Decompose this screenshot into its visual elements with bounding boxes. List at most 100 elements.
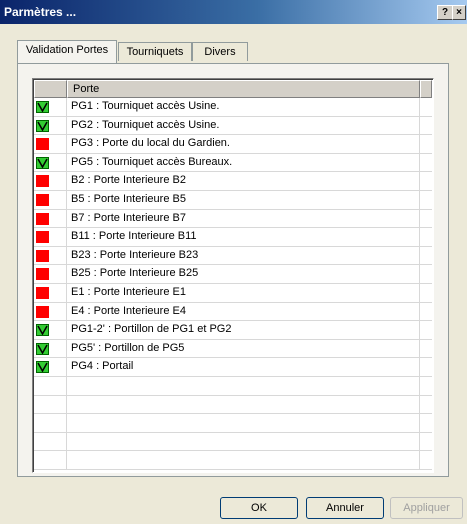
status-cell: [34, 116, 67, 135]
list-item[interactable]: B2 : Porte Interieure B2: [34, 172, 432, 191]
list-item: [34, 376, 432, 396]
porte-cell: PG1 : Tourniquet accès Usine.: [67, 98, 420, 116]
extra-cell: [420, 433, 432, 451]
list-item[interactable]: PG1-2' : Portillon de PG1 et PG2: [34, 321, 432, 340]
status-cell: [34, 358, 67, 376]
list-item[interactable]: PG4 : Portail: [34, 358, 432, 377]
extra-cell: [420, 117, 432, 135]
status-cell: [34, 432, 67, 451]
porte-cell: PG3 : Porte du local du Gardien.: [67, 135, 420, 153]
extra-cell: [420, 191, 432, 209]
status-cell: [34, 376, 67, 395]
porte-cell: B5 : Porte Interieure B5: [67, 190, 420, 209]
status-cell: [34, 209, 67, 228]
list-item[interactable]: B23 : Porte Interieure B23: [34, 246, 432, 266]
check-icon[interactable]: [36, 101, 49, 113]
status-cell: [34, 172, 67, 190]
check-icon[interactable]: [36, 156, 49, 169]
list-item[interactable]: E1 : Porte Interieure E1: [34, 283, 432, 303]
porte-cell: [67, 414, 420, 432]
blocked-icon[interactable]: [36, 138, 49, 151]
porte-column-header[interactable]: Porte: [67, 80, 420, 98]
status-cell: [34, 265, 67, 283]
extra-cell: [420, 284, 432, 302]
porte-cell: E4 : Porte Interieure E4: [67, 302, 420, 321]
extra-cell: [420, 321, 432, 339]
tab-validation-portes[interactable]: Validation Portes: [17, 40, 117, 63]
status-column-header[interactable]: [34, 80, 67, 98]
porte-cell: PG4 : Portail: [67, 358, 420, 376]
extra-cell: [420, 154, 432, 172]
list-item[interactable]: B5 : Porte Interieure B5: [34, 190, 432, 210]
extra-cell: [420, 303, 432, 321]
extra-cell: [420, 396, 432, 414]
extra-column-header[interactable]: [420, 80, 432, 98]
tab-divers[interactable]: Divers: [192, 42, 248, 61]
status-cell: [34, 414, 67, 432]
status-cell: [34, 339, 67, 358]
apply-button[interactable]: Appliquer: [390, 497, 463, 519]
porte-cell: [67, 376, 420, 395]
list-item[interactable]: PG5 : Tourniquet accès Bureaux.: [34, 153, 432, 173]
list-header: Porte: [34, 80, 432, 98]
help-button[interactable]: ?: [437, 5, 453, 20]
extra-cell: [420, 172, 432, 190]
blocked-icon[interactable]: [36, 231, 49, 244]
porte-cell: E1 : Porte Interieure E1: [67, 283, 420, 302]
extra-cell: [420, 265, 432, 283]
list-item: [34, 395, 432, 415]
list-item[interactable]: PG2 : Tourniquet accès Usine.: [34, 116, 432, 136]
status-cell: [34, 395, 67, 414]
blocked-icon[interactable]: [36, 286, 49, 299]
list-item: [34, 414, 432, 433]
doors-list[interactable]: Porte PG1 : Tourniquet accès Usine. PG2 :…: [32, 78, 434, 473]
close-button[interactable]: ×: [452, 5, 466, 20]
porte-cell: PG2 : Tourniquet accès Usine.: [67, 116, 420, 135]
extra-cell: [420, 98, 432, 116]
extra-cell: [420, 451, 432, 469]
list-item[interactable]: B7 : Porte Interieure B7: [34, 209, 432, 229]
list-item[interactable]: PG1 : Tourniquet accès Usine.: [34, 98, 432, 117]
status-cell: [34, 153, 67, 172]
extra-cell: [420, 135, 432, 153]
ok-button[interactable]: OK: [220, 497, 298, 519]
check-icon[interactable]: [36, 119, 49, 132]
status-cell: [34, 98, 67, 116]
porte-cell: B11 : Porte Interieure B11: [67, 228, 420, 246]
list-item[interactable]: PG3 : Porte du local du Gardien.: [34, 135, 432, 154]
check-icon[interactable]: [36, 324, 49, 337]
list-item[interactable]: B11 : Porte Interieure B11: [34, 228, 432, 247]
extra-cell: [420, 414, 432, 432]
list-rows: PG1 : Tourniquet accès Usine. PG2 : Tourn…: [34, 98, 432, 470]
window-title: Parmètres ...: [4, 5, 77, 19]
porte-cell: [67, 432, 420, 451]
tab-tourniquets[interactable]: Tourniquets: [118, 42, 192, 61]
blocked-icon[interactable]: [36, 249, 49, 262]
blocked-icon[interactable]: [36, 305, 49, 318]
title-bar: Parmètres ... ? ×: [0, 0, 467, 24]
extra-cell: [420, 358, 432, 376]
blocked-icon[interactable]: [36, 268, 49, 281]
extra-cell: [420, 340, 432, 358]
status-cell: [34, 302, 67, 321]
status-cell: [34, 246, 67, 265]
porte-cell: PG1-2' : Portillon de PG1 et PG2: [67, 321, 420, 339]
porte-cell: PG5' : Portillon de PG5: [67, 339, 420, 358]
check-icon[interactable]: [36, 361, 49, 374]
porte-cell: B25 : Porte Interieure B25: [67, 265, 420, 283]
extra-cell: [420, 210, 432, 228]
list-item[interactable]: PG5' : Portillon de PG5: [34, 339, 432, 359]
extra-cell: [420, 377, 432, 395]
porte-cell: B7 : Porte Interieure B7: [67, 209, 420, 228]
list-item[interactable]: B25 : Porte Interieure B25: [34, 265, 432, 284]
extra-cell: [420, 228, 432, 246]
list-item[interactable]: E4 : Porte Interieure E4: [34, 302, 432, 322]
status-cell: [34, 135, 67, 153]
blocked-icon[interactable]: [36, 212, 49, 225]
cancel-button[interactable]: Annuler: [306, 497, 384, 519]
blocked-icon[interactable]: [36, 175, 49, 188]
blocked-icon[interactable]: [36, 193, 49, 206]
status-cell: [34, 228, 67, 246]
check-icon[interactable]: [36, 342, 49, 355]
porte-cell: B23 : Porte Interieure B23: [67, 246, 420, 265]
